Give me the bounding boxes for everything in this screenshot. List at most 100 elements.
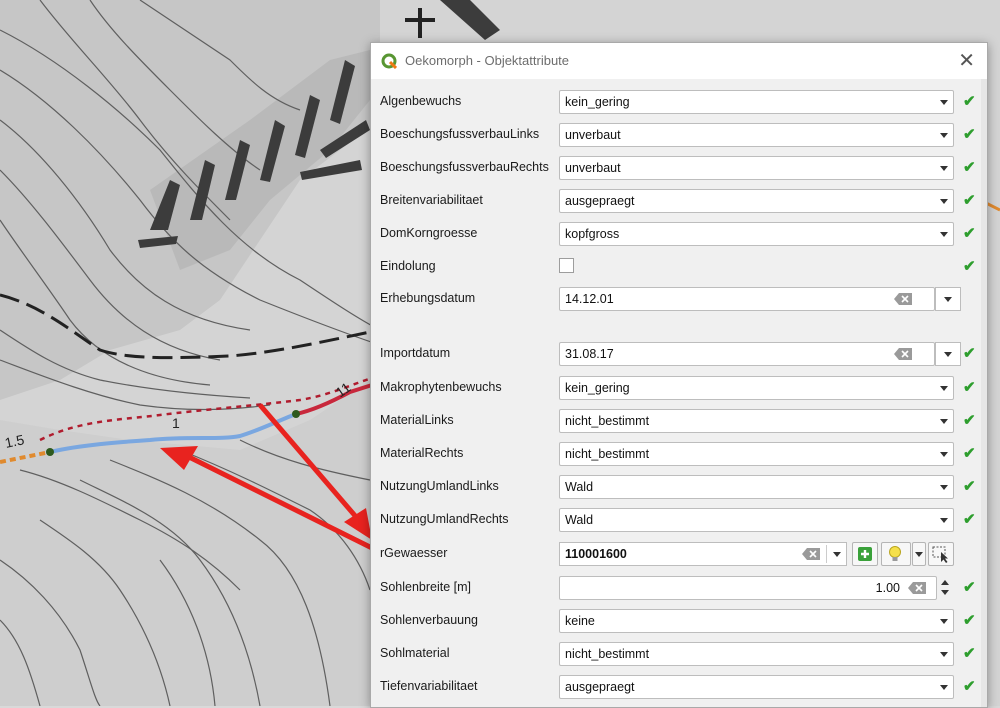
boeschungsfussverbaurechts-combobox[interactable]: unverbaut: [559, 156, 954, 180]
nutzungumlandlinks-combobox[interactable]: Wald: [559, 475, 954, 499]
chevron-down-icon: [935, 124, 953, 146]
chevron-down-icon: [935, 223, 953, 245]
map-select-button[interactable]: [928, 542, 954, 566]
qgis-logo-icon: [381, 53, 397, 69]
breitenvariabilitaet-combobox[interactable]: ausgepraegt: [559, 189, 954, 213]
checkmark-icon: ✔: [963, 678, 976, 695]
scrollbar[interactable]: [981, 79, 987, 707]
combo-value: keine: [565, 614, 595, 628]
checkmark-icon: ✔: [963, 159, 976, 176]
eindolung-checkbox[interactable]: [559, 258, 574, 273]
checkmark-icon: ✔: [963, 579, 976, 596]
field-row-algenbewuchs: Algenbewuchs kein_gering ✔: [371, 87, 987, 117]
field-row-sohlmaterial: Sohlmaterial nicht_bestimmt ✔: [371, 639, 987, 669]
sohlenverbauung-combobox[interactable]: keine: [559, 609, 954, 633]
km-label: 1: [172, 415, 180, 431]
combo-value: kein_gering: [565, 95, 630, 109]
field-row-sohlenbreite: Sohlenbreite [m] 1.00 ✔: [371, 573, 987, 603]
importdatum-date-edit[interactable]: 31.08.17: [559, 342, 935, 366]
field-label: DomKorngroesse: [380, 226, 478, 240]
date-value: 31.08.17: [565, 347, 614, 361]
close-button[interactable]: ✕: [958, 48, 975, 73]
identify-feature-button[interactable]: [881, 542, 911, 566]
chevron-down-icon: [935, 676, 953, 698]
tiefenvariabilitaet-combobox[interactable]: ausgepraegt: [559, 675, 954, 699]
chevron-down-icon: [935, 443, 953, 465]
checkmark-icon: ✔: [963, 511, 976, 528]
combo-value: Wald: [565, 513, 594, 527]
algenbewuchs-combobox[interactable]: kein_gering: [559, 90, 954, 114]
date-value: 14.12.01: [565, 292, 614, 306]
dialog-titlebar[interactable]: Oekomorph - Objektattribute ✕: [371, 43, 987, 79]
chevron-down-icon[interactable]: [828, 543, 846, 565]
add-icon: [858, 547, 872, 561]
makrophytenbewuchs-combobox[interactable]: kein_gering: [559, 376, 954, 400]
field-label: Tiefenvariabilitaet: [380, 679, 478, 693]
clear-icon[interactable]: [802, 548, 820, 560]
dialog-title: Oekomorph - Objektattribute: [405, 53, 570, 68]
field-row-boeschungsfussverbaurechts: BoeschungsfussverbauRechts unverbaut ✔: [371, 153, 987, 183]
sohlenbreite-spinbox[interactable]: 1.00: [559, 576, 937, 600]
domkorngroesse-combobox[interactable]: kopfgross: [559, 222, 954, 246]
field-row-sohlenverbauung: Sohlenverbauung keine ✔: [371, 606, 987, 636]
add-feature-button[interactable]: [852, 542, 878, 566]
boeschungsfussverbaulinks-combobox[interactable]: unverbaut: [559, 123, 954, 147]
checkmark-icon: ✔: [963, 478, 976, 495]
identify-options-dropdown[interactable]: [912, 542, 926, 566]
field-label: NutzungUmlandRechts: [380, 512, 509, 526]
chevron-down-icon: [935, 643, 953, 665]
erhebungsdatum-date-edit[interactable]: 14.12.01: [559, 287, 935, 311]
nutzungumlandrechts-combobox[interactable]: Wald: [559, 508, 954, 532]
field-row-breitenvariabilitaet: Breitenvariabilitaet ausgepraegt ✔: [371, 186, 987, 216]
checkmark-icon: ✔: [963, 345, 976, 362]
spin-buttons[interactable]: [937, 576, 953, 600]
field-row-tiefenvariabilitaet: Tiefenvariabilitaet ausgepraegt ✔: [371, 672, 987, 702]
materialrechts-combobox[interactable]: nicht_bestimmt: [559, 442, 954, 466]
combo-value: unverbaut: [565, 161, 621, 175]
chevron-down-icon[interactable]: [941, 590, 949, 595]
field-label: Makrophytenbewuchs: [380, 380, 502, 394]
combo-value: nicht_bestimmt: [565, 647, 650, 661]
field-label: Breitenvariabilitaet: [380, 193, 483, 207]
field-label: MaterialLinks: [380, 413, 454, 427]
stream-node: [292, 410, 300, 418]
calendar-dropdown-button[interactable]: [935, 287, 961, 311]
clear-icon[interactable]: [894, 293, 912, 305]
field-row-materialrechts: MaterialRechts nicht_bestimmt ✔: [371, 439, 987, 469]
checkmark-icon: ✔: [963, 412, 976, 429]
chevron-down-icon: [915, 552, 923, 557]
clear-icon[interactable]: [894, 348, 912, 360]
combo-value: unverbaut: [565, 128, 621, 142]
checkmark-icon: ✔: [963, 192, 976, 209]
field-label: Sohlenbreite [m]: [380, 580, 472, 594]
chevron-down-icon: [935, 509, 953, 531]
chevron-down-icon: [935, 377, 953, 399]
lightbulb-icon: [889, 546, 901, 561]
checkmark-icon: ✔: [963, 379, 976, 396]
checkmark-icon: ✔: [963, 93, 976, 110]
materiallinks-combobox[interactable]: nicht_bestimmt: [559, 409, 954, 433]
chevron-down-icon: [935, 476, 953, 498]
field-label: Sohlenverbauung: [380, 613, 478, 627]
chevron-down-icon: [935, 410, 953, 432]
calendar-dropdown-button[interactable]: [935, 342, 961, 366]
combo-value: Wald: [565, 480, 594, 494]
combo-value: nicht_bestimmt: [565, 447, 650, 461]
combo-value: nicht_bestimmt: [565, 414, 650, 428]
field-row-erhebungsdatum: Erhebungsdatum 14.12.01: [371, 284, 987, 314]
combo-value: ausgepraegt: [565, 194, 635, 208]
checkmark-icon: ✔: [963, 225, 976, 242]
field-row-makrophytenbewuchs: Makrophytenbewuchs kein_gering ✔: [371, 373, 987, 403]
chevron-up-icon[interactable]: [941, 580, 949, 585]
clear-icon[interactable]: [908, 582, 926, 594]
chevron-down-icon: [935, 190, 953, 212]
field-row-rgewaesser: rGewaesser 110001600: [371, 539, 987, 569]
map-select-icon: [932, 546, 948, 563]
checkmark-icon: ✔: [963, 126, 976, 143]
field-row-nutzungumlandlinks: NutzungUmlandLinks Wald ✔: [371, 472, 987, 502]
field-row-materiallinks: MaterialLinks nicht_bestimmt ✔: [371, 406, 987, 436]
rgewaesser-relation-combobox[interactable]: 110001600: [559, 542, 847, 566]
spin-value: 1.00: [875, 581, 900, 595]
sohlmaterial-combobox[interactable]: nicht_bestimmt: [559, 642, 954, 666]
field-row-eindolung: Eindolung ✔: [371, 252, 987, 282]
